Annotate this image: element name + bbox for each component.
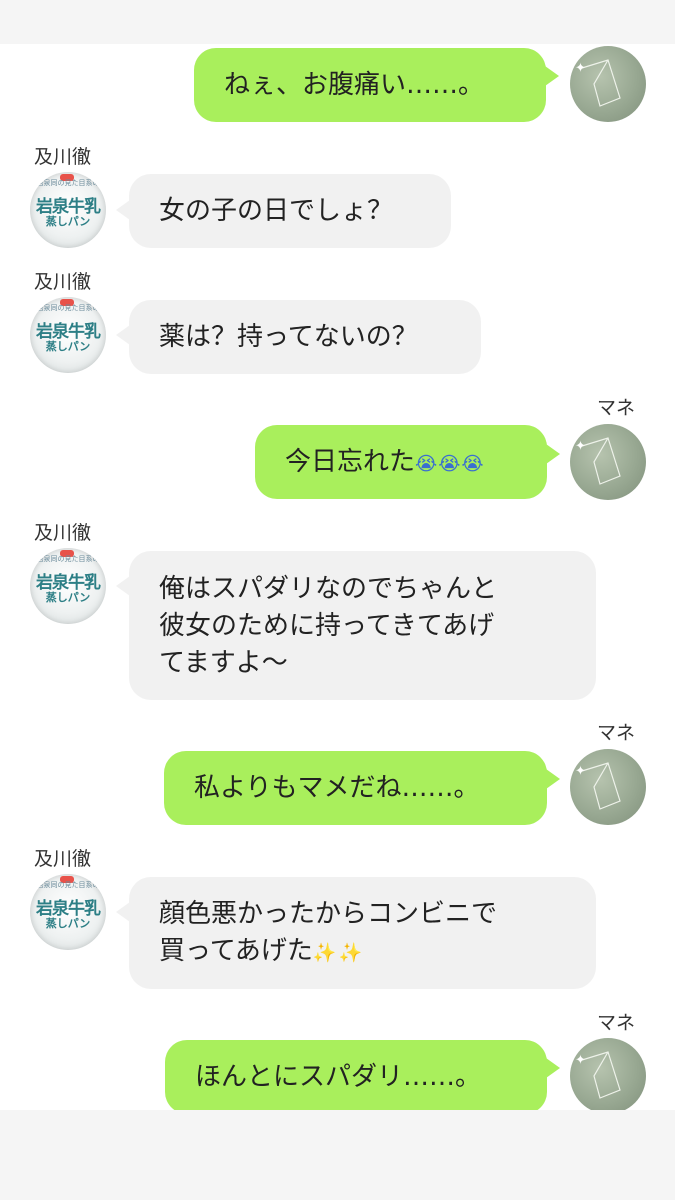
self-avatar[interactable]: ✦	[570, 749, 646, 825]
crying-face-icon: 😭😭😭	[415, 453, 485, 475]
sparkles-icon: ✨✨	[312, 942, 365, 964]
sender-name: 及川徹	[34, 848, 92, 870]
bubble-tail	[546, 769, 560, 789]
bubble-tail	[546, 444, 560, 464]
message-bubble-other[interactable]: 俺はスパダリなのでちゃんと 彼女のために持ってきてあげ てますよ〜	[129, 551, 596, 700]
svg-text:✦: ✦	[575, 1053, 586, 1068]
other-avatar[interactable]: 岩泉同の見た目系の 岩泉牛乳 蒸しパン	[30, 297, 106, 373]
svg-text:✦: ✦	[575, 61, 586, 76]
constellation-icon: ✦	[575, 59, 621, 107]
bubble-tail	[116, 325, 130, 345]
message-bubble-other[interactable]: 薬は？持ってないの？	[129, 300, 481, 374]
avatar-caption: 岩泉同の見た目系の	[36, 179, 100, 187]
avatar-caption: 岩泉同の見た目系の	[36, 555, 100, 563]
message-text: 俺はスパダリなのでちゃんと	[159, 574, 498, 604]
message-bubble-self[interactable]: 今日忘れた😭😭😭	[255, 425, 547, 499]
message-bubble-self[interactable]: 私よりもマメだね……。	[164, 751, 547, 825]
other-avatar[interactable]: 岩泉同の見た目系の 岩泉牛乳 蒸しパン	[30, 548, 106, 624]
sender-name: マネ	[597, 1012, 636, 1034]
message-bubble-other[interactable]: 顔色悪かったからコンビニで 買ってあげた✨✨	[129, 877, 596, 989]
bubble-tail	[116, 576, 130, 596]
sender-name: マネ	[597, 722, 636, 744]
svg-text:✦: ✦	[575, 439, 586, 454]
message-text: てますよ〜	[159, 648, 288, 678]
message-text: 私よりもマメだね……。	[194, 773, 480, 803]
bottom-area	[0, 1110, 675, 1200]
avatar-sub-text: 蒸しパン	[45, 340, 91, 353]
self-avatar[interactable]: ✦	[570, 46, 646, 122]
bubble-tail	[546, 1058, 560, 1078]
sender-name: 及川徹	[34, 271, 92, 293]
message-text: 買ってあげた✨✨	[159, 936, 365, 966]
other-avatar[interactable]: 岩泉同の見た目系の 岩泉牛乳 蒸しパン	[30, 172, 106, 248]
bubble-tail	[116, 902, 130, 922]
message-text: 今日忘れた😭😭😭	[285, 447, 485, 477]
self-avatar[interactable]: ✦	[570, 424, 646, 500]
constellation-icon: ✦	[575, 1051, 621, 1099]
svg-text:✦: ✦	[575, 764, 586, 779]
message-bubble-other[interactable]: 女の子の日でしょ？	[129, 174, 451, 248]
message-text: ねぇ、お腹痛い……。	[224, 70, 485, 100]
avatar-sub-text: 蒸しパン	[45, 917, 91, 930]
message-text: 彼女のために持ってきてあげ	[159, 611, 495, 641]
self-avatar[interactable]: ✦	[570, 1038, 646, 1114]
message-text: 女の子の日でしょ？	[159, 196, 394, 226]
top-bar	[0, 0, 675, 44]
avatar-sub-text: 蒸しパン	[45, 591, 91, 604]
bubble-tail	[116, 200, 130, 220]
message-text: ほんとにスパダリ……。	[195, 1062, 482, 1092]
sender-name: 及川徹	[34, 146, 92, 168]
message-bubble-self[interactable]: ねぇ、お腹痛い……。	[194, 48, 546, 122]
sender-name: マネ	[597, 397, 636, 419]
message-text: 薬は？持ってないの？	[159, 322, 418, 352]
sender-name: 及川徹	[34, 522, 92, 544]
bubble-tail	[545, 66, 559, 86]
avatar-caption: 岩泉同の見た目系の	[36, 881, 100, 889]
message-text: 顔色悪かったからコンビニで	[159, 899, 498, 929]
avatar-caption: 岩泉同の見た目系の	[36, 304, 100, 312]
avatar-sub-text: 蒸しパン	[45, 215, 91, 228]
message-bubble-self[interactable]: ほんとにスパダリ……。	[165, 1040, 547, 1114]
constellation-icon: ✦	[575, 437, 621, 485]
constellation-icon: ✦	[575, 762, 621, 810]
other-avatar[interactable]: 岩泉同の見た目系の 岩泉牛乳 蒸しパン	[30, 874, 106, 950]
